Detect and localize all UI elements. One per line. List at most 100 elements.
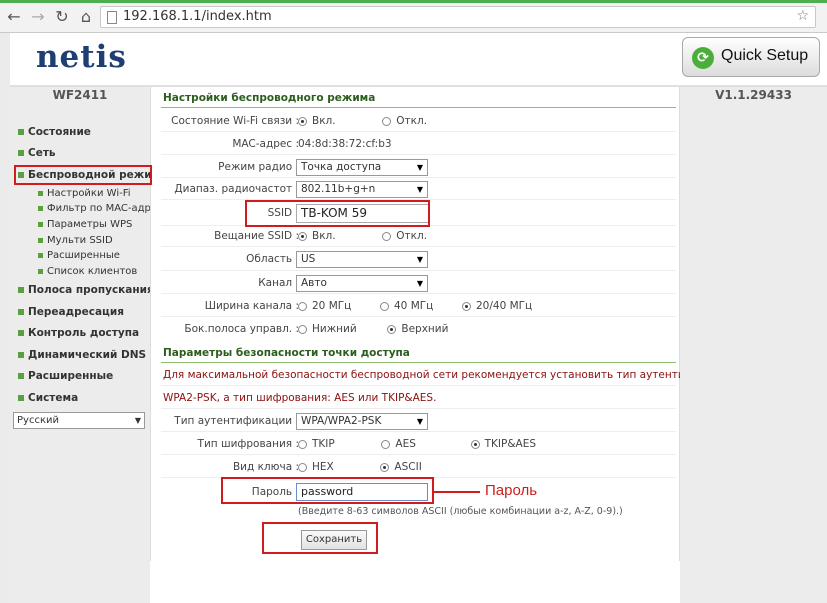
bookmark-star-icon[interactable]: ☆ (796, 8, 809, 24)
sub-wifi-settings[interactable]: Настройки Wi-Fi (38, 188, 131, 199)
broadcast-label: Вещание SSID : (214, 230, 299, 242)
band-label: Диапаз. радиочастот : (174, 183, 299, 195)
menu-ddns[interactable]: Динамический DNS (18, 349, 146, 361)
wifi-state-radios: Вкл. Откл. (298, 115, 427, 127)
sub-advanced[interactable]: Расширенные (38, 250, 120, 261)
sideband-low-radio[interactable] (298, 324, 307, 334)
enc-tkipaes-radio[interactable] (470, 439, 480, 449)
channel-label: Канал : (258, 277, 299, 289)
row-divider (161, 270, 676, 271)
section-divider (161, 107, 676, 108)
band-select[interactable]: 802.11b+g+n ▼ (296, 181, 428, 198)
width-2040-radio[interactable] (462, 301, 471, 311)
bullet-icon (38, 252, 43, 258)
radio-mode-select[interactable]: Точка доступа ▼ (296, 159, 428, 176)
width-40-radio[interactable] (380, 301, 389, 311)
menu-system[interactable]: Система (18, 392, 78, 404)
password-annotation: Пароль (485, 482, 538, 499)
enc-aes-radio[interactable] (381, 439, 391, 449)
sub-clients[interactable]: Список клиентов (38, 266, 137, 277)
width-20-radio[interactable] (298, 301, 307, 311)
key-type-label: Вид ключа : (232, 461, 299, 473)
section-divider (161, 362, 676, 363)
broadcast-off-radio[interactable] (382, 231, 392, 241)
page-icon (107, 11, 117, 24)
sideband-label: Бок.полоса управл. : (184, 323, 299, 335)
back-icon[interactable]: ← (4, 7, 24, 27)
row-divider (161, 177, 676, 178)
quick-setup-button[interactable]: ⟳ Quick Setup (682, 37, 820, 77)
wifi-off-radio[interactable] (382, 116, 392, 126)
home-icon[interactable]: ⌂ (76, 7, 96, 27)
right-panel: V1.1.29433 (680, 87, 827, 603)
page-header: netis ⟳ Quick Setup (10, 33, 827, 85)
width-label: Ширина канала : (204, 300, 299, 312)
dropdown-arrow-icon: ▼ (416, 417, 423, 426)
menu-status[interactable]: Состояние (18, 126, 91, 138)
wifi-on-radio[interactable] (298, 116, 307, 126)
enc-tkip-radio[interactable] (298, 439, 307, 449)
dropdown-arrow-icon: ▼ (416, 185, 423, 194)
sideband-radios: Нижний Верхний (298, 323, 448, 335)
bullet-icon (18, 150, 24, 156)
menu-access-control[interactable]: Контроль доступа (18, 327, 139, 339)
bullet-icon (18, 395, 24, 401)
sideband-high-radio[interactable] (387, 324, 397, 334)
password-hint: (Введите 8-63 символов ASCII (любые комб… (298, 506, 623, 517)
radio-mode-label: Режим радио : (218, 161, 299, 173)
row-divider (161, 316, 676, 317)
menu-forwarding[interactable]: Переадресация (18, 306, 124, 318)
security-notice-line2: WPA2-PSK, а тип шифрования: AES или TKIP… (163, 392, 437, 404)
highlight-save (262, 522, 378, 554)
bullet-icon (38, 237, 43, 243)
firmware-version: V1.1.29433 (715, 88, 792, 102)
highlight-password (221, 477, 434, 504)
bullet-icon (38, 190, 43, 196)
dropdown-arrow-icon: ▼ (416, 255, 423, 264)
row-divider (161, 246, 676, 247)
bullet-icon (18, 352, 24, 358)
menu-bandwidth[interactable]: Полоса пропускания (18, 284, 154, 296)
row-divider (161, 131, 676, 132)
dropdown-arrow-icon: ▼ (416, 163, 423, 172)
security-section-title: Параметры безопасности точки доступа (163, 347, 410, 359)
menu-advanced[interactable]: Расширенные (18, 370, 113, 382)
key-hex-radio[interactable] (298, 462, 307, 472)
model-name: WF2411 (52, 88, 108, 102)
security-notice-line1: Для максимальной безопасности беспроводн… (163, 369, 738, 381)
row-divider (161, 154, 676, 155)
menu-network[interactable]: Сеть (18, 147, 56, 159)
region-select[interactable]: US ▼ (296, 251, 428, 268)
wifi-state-label: Состояние Wi-Fi связи : (171, 115, 299, 127)
sub-multi-ssid[interactable]: Мульти SSID (38, 235, 113, 246)
browser-toolbar: ← → ↻ ⌂ 192.168.1.1/index.htm ☆ (0, 0, 827, 33)
auth-select[interactable]: WPA/WPA2-PSK ▼ (296, 413, 428, 430)
bullet-icon (38, 268, 43, 274)
row-divider (161, 454, 676, 455)
region-label: Область : (246, 253, 299, 265)
bullet-icon (38, 221, 43, 227)
sub-mac-filter[interactable]: Фильтр по MAC-адр. (38, 203, 154, 214)
bullet-icon (38, 205, 43, 211)
sub-wps[interactable]: Параметры WPS (38, 219, 132, 230)
language-select[interactable]: Русский ▼ (13, 412, 145, 429)
broadcast-radios: Вкл. Откл. (298, 230, 427, 242)
reload-icon[interactable]: ↻ (52, 7, 72, 27)
width-radios: 20 МГц 40 МГц 20/40 МГц (298, 300, 532, 312)
row-divider (161, 385, 676, 386)
key-ascii-radio[interactable] (380, 462, 390, 472)
bullet-icon (18, 129, 24, 135)
forward-icon[interactable]: → (28, 7, 48, 27)
highlight-wireless-menu (14, 165, 152, 185)
channel-select[interactable]: Авто ▼ (296, 275, 428, 292)
auth-label: Тип аутентификации : (174, 415, 299, 427)
router-page: netis ⟳ Quick Setup WF2411 Состояние Сет… (10, 33, 827, 603)
url-host: 192.168.1.1 (123, 9, 202, 24)
quick-setup-label: Quick Setup (721, 47, 809, 64)
bullet-icon (18, 287, 24, 293)
address-bar[interactable]: 192.168.1.1/index.htm ☆ (100, 6, 816, 28)
dropdown-arrow-icon: ▼ (416, 279, 423, 288)
broadcast-on-radio[interactable] (298, 231, 307, 241)
encryption-radios: TKIP AES TKIP&AES (298, 438, 536, 450)
key-type-radios: HEX ASCII (298, 461, 422, 473)
